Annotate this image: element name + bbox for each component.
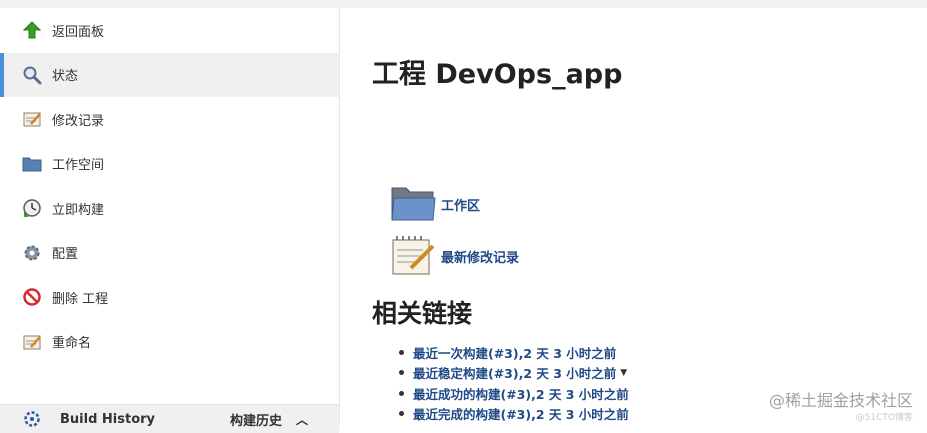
bullet-icon — [399, 350, 404, 355]
sidebar: 返回面板 状态 修改记录 工作空间 立即构建 配置 删除 工程 — [0, 8, 340, 425]
main-content: 工程 DevOps_app 工作区 最新修改记录 相关链接 最近一次构建(#3)… — [341, 8, 927, 425]
list-item: 最近稳定构建(#3),2 天 3 小时之前 ▼ — [399, 363, 629, 384]
watermark: @稀土掘金技术社区 — [769, 387, 913, 411]
sidebar-item-label: 重命名 — [52, 332, 91, 351]
list-item: 最近一次构建(#3),2 天 3 小时之前 — [399, 342, 629, 363]
sidebar-item-workspace[interactable]: 工作空间 — [0, 142, 339, 187]
folder-icon — [22, 154, 42, 174]
notepad-icon — [22, 109, 42, 129]
no-entry-icon — [22, 287, 42, 307]
notepad-icon — [22, 332, 42, 352]
sidebar-item-label: 状态 — [52, 65, 78, 84]
notepad-icon — [389, 234, 437, 278]
bullet-icon — [399, 370, 404, 375]
last-build-link[interactable]: 最近一次构建(#3),2 天 3 小时之前 — [413, 343, 616, 362]
watermark-sub: @51CTO博客 — [856, 410, 913, 423]
top-bar — [0, 0, 927, 8]
sidebar-item-delete-project[interactable]: 删除 工程 — [0, 275, 339, 320]
build-history-label-cn: 构建历史 — [230, 410, 282, 429]
list-item: 最近完成的构建(#3),2 天 3 小时之前 — [399, 404, 629, 425]
sidebar-item-build-now[interactable]: 立即构建 — [0, 186, 339, 231]
sidebar-item-label: 配置 — [52, 243, 78, 262]
sidebar-item-back-to-dashboard[interactable]: 返回面板 — [0, 8, 339, 53]
related-links-list: 最近一次构建(#3),2 天 3 小时之前 最近稳定构建(#3),2 天 3 小… — [399, 342, 629, 424]
sidebar-item-configure[interactable]: 配置 — [0, 231, 339, 276]
clock-build-icon — [22, 198, 42, 218]
related-links-title: 相关链接 — [372, 294, 472, 330]
workspace-row: 工作区 — [389, 182, 480, 226]
sidebar-item-label: 工作空间 — [52, 154, 104, 173]
sidebar-item-label: 修改记录 — [52, 110, 104, 129]
bullet-icon — [399, 411, 404, 416]
build-history-header[interactable]: Build History 构建历史 ︿ — [0, 404, 339, 433]
last-stable-build-link[interactable]: 最近稳定构建(#3),2 天 3 小时之前 — [413, 363, 616, 382]
dropdown-caret-icon[interactable]: ▼ — [620, 368, 627, 378]
gear-icon — [22, 243, 42, 263]
last-successful-build-link[interactable]: 最近成功的构建(#3),2 天 3 小时之前 — [413, 384, 629, 403]
search-icon — [22, 65, 42, 85]
folder-icon — [389, 182, 437, 226]
sidebar-item-rename[interactable]: 重命名 — [0, 320, 339, 365]
sidebar-item-label: 立即构建 — [52, 199, 104, 218]
recent-changes-link[interactable]: 最新修改记录 — [441, 247, 519, 266]
list-item: 最近成功的构建(#3),2 天 3 小时之前 — [399, 383, 629, 404]
page-title: 工程 DevOps_app — [372, 52, 622, 91]
sidebar-item-changes[interactable]: 修改记录 — [0, 97, 339, 142]
bullet-icon — [399, 391, 404, 396]
sidebar-item-label: 返回面板 — [52, 21, 104, 40]
last-completed-build-link[interactable]: 最近完成的构建(#3),2 天 3 小时之前 — [413, 404, 629, 423]
workspace-link[interactable]: 工作区 — [441, 195, 480, 214]
build-history-title: Build History — [60, 412, 230, 427]
sidebar-item-label: 删除 工程 — [52, 288, 108, 307]
up-arrow-icon — [22, 20, 42, 40]
build-history-gear-icon — [22, 409, 42, 429]
recent-changes-row: 最新修改记录 — [389, 234, 519, 278]
sidebar-item-status[interactable]: 状态 — [0, 53, 339, 98]
